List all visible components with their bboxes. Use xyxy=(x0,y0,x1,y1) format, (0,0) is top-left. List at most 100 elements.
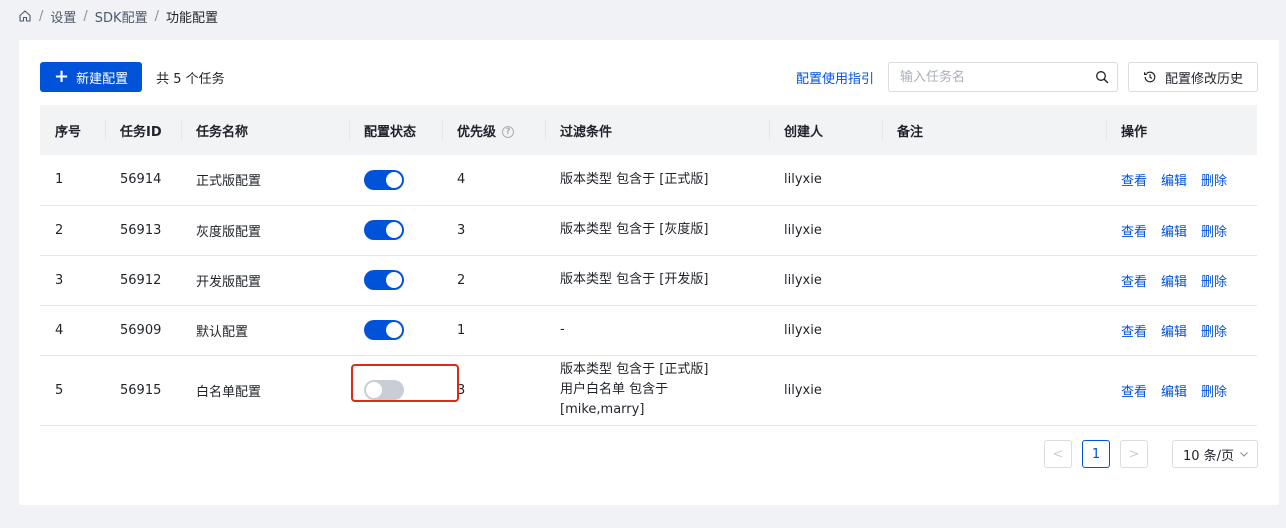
cell-actions: 查看 编辑 删除 xyxy=(1106,205,1257,256)
table-row: 5 56915 白名单配置 3 版本类型 包含于 [正式版] 用户白名单 包含于… xyxy=(40,355,1257,426)
header-filter: 过滤条件 xyxy=(545,105,769,155)
chevron-left-icon: < xyxy=(1052,446,1064,462)
usage-guide-link[interactable]: 配置使用指引 xyxy=(796,68,874,87)
toggle-knob xyxy=(386,222,402,238)
help-icon[interactable]: ? xyxy=(502,126,515,138)
filter-line: 版本类型 包含于 [正式版] xyxy=(560,171,709,187)
page-number-button[interactable]: 1 xyxy=(1082,440,1110,468)
header-priority: 优先级? xyxy=(442,105,545,155)
delete-link[interactable]: 删除 xyxy=(1201,385,1227,400)
cell-task-name: 开发版配置 xyxy=(181,255,349,306)
cell-filter: - xyxy=(545,305,769,356)
cell-status xyxy=(349,255,442,306)
view-link[interactable]: 查看 xyxy=(1121,225,1147,240)
status-toggle[interactable] xyxy=(364,169,404,190)
search-icon[interactable] xyxy=(1095,70,1109,84)
cell-creator: lilyxie xyxy=(769,205,882,256)
cell-index: 2 xyxy=(40,205,105,256)
cell-remark xyxy=(882,255,1106,306)
plus-icon: + xyxy=(54,66,70,87)
prev-page-button[interactable]: < xyxy=(1044,440,1072,468)
task-count: 共 5 个任务 xyxy=(156,71,225,87)
search-input[interactable] xyxy=(899,69,1095,85)
new-config-button[interactable]: + 新建配置 xyxy=(40,62,143,92)
status-toggle[interactable] xyxy=(364,220,404,240)
new-config-label: 新建配置 xyxy=(76,71,129,87)
delete-link[interactable]: 删除 xyxy=(1201,275,1227,290)
header-task-id: 任务ID xyxy=(105,105,181,155)
filter-line: - xyxy=(560,322,565,337)
status-toggle[interactable] xyxy=(364,270,404,290)
next-page-button[interactable]: > xyxy=(1120,440,1148,468)
table-row: 1 56914 正式版配置 4 版本类型 包含于 [正式版] lilyxie 查… xyxy=(40,155,1257,206)
cell-creator: lilyxie xyxy=(769,305,882,356)
search-box xyxy=(887,62,1118,92)
cell-actions: 查看 编辑 删除 xyxy=(1106,155,1257,206)
breadcrumb-item-settings[interactable]: 设置 xyxy=(50,7,76,26)
page-size-select[interactable]: 10 条/页 xyxy=(1172,440,1258,468)
view-link[interactable]: 查看 xyxy=(1121,325,1147,340)
history-button[interactable]: 配置修改历史 xyxy=(1127,62,1258,92)
table-header-row: 序号 任务ID 任务名称 配置状态 优先级? 过滤条件 创建人 备注 操作 xyxy=(40,105,1257,155)
cell-task-name: 白名单配置 xyxy=(181,355,349,426)
cell-actions: 查看 编辑 删除 xyxy=(1106,255,1257,306)
edit-link[interactable]: 编辑 xyxy=(1161,385,1187,400)
header-priority-label: 优先级 xyxy=(457,124,497,140)
toggle-knob xyxy=(386,171,402,188)
pagination: < 1 > 10 条/页 xyxy=(1044,440,1258,468)
edit-link[interactable]: 编辑 xyxy=(1161,325,1187,340)
cell-index: 3 xyxy=(40,255,105,306)
filter-line: 版本类型 包含于 [灰度版] xyxy=(560,222,709,237)
edit-link[interactable]: 编辑 xyxy=(1161,275,1187,290)
cell-index: 1 xyxy=(40,155,105,206)
cell-filter: 版本类型 包含于 [开发版] xyxy=(545,255,769,306)
cell-remark xyxy=(882,155,1106,206)
filter-line: 版本类型 包含于 [开发版] xyxy=(560,272,709,287)
view-link[interactable]: 查看 xyxy=(1121,275,1147,290)
cell-task-id: 56909 xyxy=(105,305,181,356)
view-link[interactable]: 查看 xyxy=(1121,385,1147,400)
cell-priority: 1 xyxy=(442,305,545,356)
main-card: + 新建配置 共 5 个任务 配置使用指引 配置修改历史 xyxy=(19,40,1279,505)
cell-task-id: 56914 xyxy=(105,155,181,206)
home-icon[interactable] xyxy=(18,9,32,23)
cell-task-id: 56915 xyxy=(105,355,181,426)
header-actions: 操作 xyxy=(1106,105,1257,155)
delete-link[interactable]: 删除 xyxy=(1201,225,1227,240)
filter-line: 版本类型 包含于 [正式版] xyxy=(560,362,709,377)
cell-priority: 3 xyxy=(442,205,545,256)
cell-actions: 查看 编辑 删除 xyxy=(1106,305,1257,356)
cell-status xyxy=(349,155,442,206)
status-toggle-wrapper xyxy=(351,364,459,402)
header-remark: 备注 xyxy=(882,105,1106,155)
cell-filter: 版本类型 包含于 [灰度版] xyxy=(545,205,769,256)
header-index: 序号 xyxy=(55,124,82,140)
cell-task-id: 56913 xyxy=(105,205,181,256)
cell-status xyxy=(349,205,442,256)
breadcrumb-separator: / xyxy=(39,8,44,24)
chevron-right-icon: > xyxy=(1128,446,1140,462)
toggle-knob xyxy=(386,322,402,338)
breadcrumb-item-sdk-config[interactable]: SDK配置 xyxy=(95,7,148,26)
chevron-down-icon xyxy=(1240,452,1248,457)
cell-status xyxy=(349,355,459,426)
cell-index: 4 xyxy=(40,305,105,356)
filter-line: 用户白名单 包含于 [mike,marry] xyxy=(560,382,669,417)
breadcrumb: / 设置 / SDK配置 / 功能配置 xyxy=(18,7,218,26)
cell-filter: 版本类型 包含于 [正式版] xyxy=(545,155,769,206)
header-creator: 创建人 xyxy=(769,105,882,155)
edit-link[interactable]: 编辑 xyxy=(1161,174,1187,189)
edit-link[interactable]: 编辑 xyxy=(1161,225,1187,240)
cell-task-name: 灰度版配置 xyxy=(181,205,349,256)
status-toggle[interactable] xyxy=(364,320,404,340)
cell-priority: 4 xyxy=(442,155,545,206)
breadcrumb-current: 功能配置 xyxy=(165,10,218,26)
delete-link[interactable]: 删除 xyxy=(1201,174,1227,189)
view-link[interactable]: 查看 xyxy=(1121,174,1147,189)
delete-link[interactable]: 删除 xyxy=(1201,325,1227,340)
table-row: 3 56912 开发版配置 2 版本类型 包含于 [开发版] lilyxie 查… xyxy=(40,255,1257,306)
breadcrumb-separator: / xyxy=(154,8,159,24)
cell-creator: lilyxie xyxy=(769,255,882,306)
cell-creator: lilyxie xyxy=(769,155,882,206)
cell-status xyxy=(349,305,442,356)
